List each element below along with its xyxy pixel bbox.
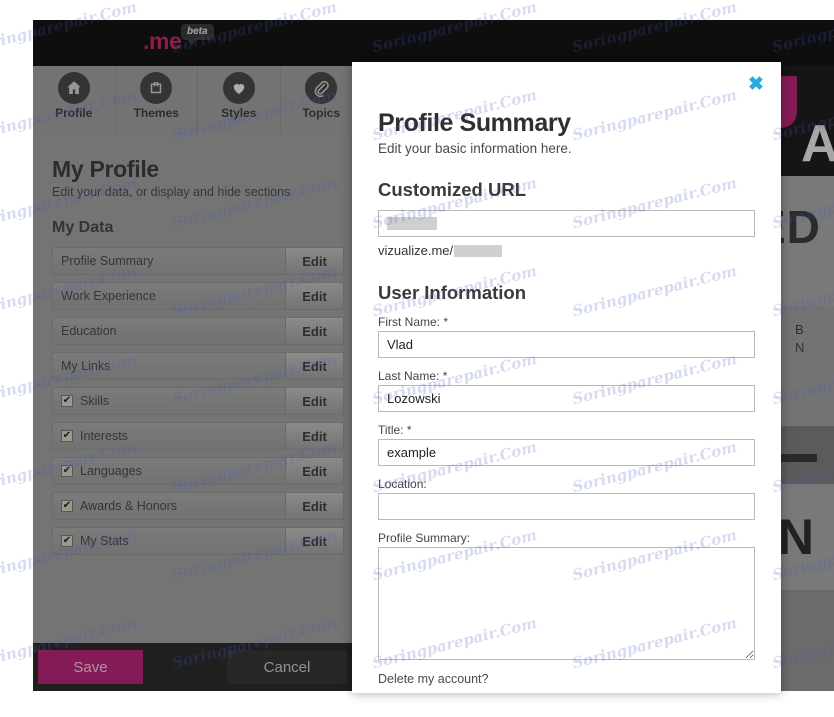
profile-summary-label: Profile Summary: xyxy=(378,531,471,545)
data-row: ✔ Skills Edit xyxy=(52,387,344,415)
checkbox-icon[interactable]: ✔ xyxy=(61,535,73,547)
data-row-left: Profile Summary xyxy=(53,248,285,274)
edit-button[interactable]: Edit xyxy=(285,493,343,519)
data-row: ✔ My Stats Edit xyxy=(52,527,344,555)
edit-button[interactable]: Edit xyxy=(285,283,343,309)
close-icon[interactable]: ✖ xyxy=(745,74,767,96)
last-name-label: Last Name: * xyxy=(378,369,448,383)
url-preview-prefix: vizualize.me/ xyxy=(378,243,454,258)
tab-styles-label: Styles xyxy=(221,106,257,120)
first-name-label: First Name: * xyxy=(378,315,449,329)
data-row: ✔ Awards & Honors Edit xyxy=(52,492,344,520)
data-row-list: Profile Summary Edit Work Experience Edit Ed… xyxy=(52,247,344,555)
customized-url-heading: Customized URL xyxy=(378,179,526,200)
page-subtitle: Edit your data, or display and hide sect… xyxy=(52,185,291,199)
data-row: Profile Summary Edit xyxy=(52,247,344,275)
data-row-left: Work Experience xyxy=(53,283,285,309)
data-row-label: Interests xyxy=(80,429,128,443)
checkbox-icon[interactable]: ✔ xyxy=(61,395,73,407)
data-row-left: Education xyxy=(53,318,285,344)
tab-profile-label: Profile xyxy=(55,106,93,120)
section-heading-my-data: My Data xyxy=(52,219,114,236)
data-row-left: ✔ Languages xyxy=(53,458,285,484)
modal-subtitle: Edit your basic information here. xyxy=(378,141,572,156)
panel-cancel-button[interactable]: Cancel xyxy=(227,650,347,684)
checkbox-icon[interactable]: ✔ xyxy=(61,500,73,512)
tab-styles[interactable]: Styles xyxy=(198,66,281,134)
data-row: Education Edit xyxy=(52,317,344,345)
home-icon xyxy=(57,72,90,104)
tab-themes[interactable]: Themes xyxy=(115,66,198,134)
checkbox-icon[interactable]: ✔ xyxy=(61,465,73,477)
edit-button[interactable]: Edit xyxy=(285,248,343,274)
app-logo[interactable]: vizualize.me xyxy=(52,28,182,55)
edit-button[interactable]: Edit xyxy=(285,423,343,449)
preview-meta-line-2: N xyxy=(795,340,805,355)
edit-button[interactable]: Edit xyxy=(285,388,343,414)
screenshot-root: vizualize.me beta A ED B N IN Profile Th… xyxy=(0,0,834,717)
user-information-heading: User Information xyxy=(378,282,527,303)
edit-button[interactable]: Edit xyxy=(285,353,343,379)
data-row: ✔ Languages Edit xyxy=(52,457,344,485)
data-row-label: Skills xyxy=(80,394,110,408)
heart-icon xyxy=(222,72,255,104)
redacted-block xyxy=(387,217,437,230)
logo-bar: vizualize.me beta xyxy=(33,20,834,66)
editor-body: My Profile Edit your data, or display an… xyxy=(33,134,363,643)
data-row-label: Education xyxy=(61,324,117,338)
editor-panel: Profile Themes Styles Topics My Profile … xyxy=(33,66,363,691)
logo-part-a: vizualize xyxy=(52,28,143,54)
modal-title: Profile Summary xyxy=(378,109,571,137)
location-field[interactable] xyxy=(378,493,755,520)
tab-profile[interactable]: Profile xyxy=(33,66,116,134)
delete-account-link[interactable]: Delete my account? xyxy=(378,672,755,686)
edit-button[interactable]: Edit xyxy=(285,458,343,484)
data-row-left: My Links xyxy=(53,353,285,379)
paperclip-icon xyxy=(305,72,338,104)
redacted-block xyxy=(454,244,503,257)
data-row: ✔ Interests Edit xyxy=(52,422,344,450)
customized-url-input[interactable] xyxy=(378,210,755,237)
briefcase-icon xyxy=(140,72,173,104)
edit-button[interactable]: Edit xyxy=(285,318,343,344)
panel-save-button[interactable]: Save xyxy=(38,650,143,684)
data-row-left: ✔ Awards & Honors xyxy=(53,493,285,519)
last-name-field[interactable] xyxy=(378,385,755,412)
title-field[interactable] xyxy=(378,439,755,466)
data-row-label: Profile Summary xyxy=(61,254,154,268)
data-row-left: ✔ Interests xyxy=(53,423,285,449)
data-row-label: Awards & Honors xyxy=(80,499,178,513)
location-label: Location: xyxy=(378,477,427,491)
data-row-label: Languages xyxy=(80,464,142,478)
first-name-field[interactable] xyxy=(378,331,755,358)
profile-summary-modal: ✖ Profile Summary Edit your basic inform… xyxy=(352,62,781,693)
tab-themes-label: Themes xyxy=(133,106,179,120)
url-preview: vizualize.me/ xyxy=(378,243,755,258)
checkbox-icon[interactable]: ✔ xyxy=(61,430,73,442)
preview-hero-letter: A xyxy=(801,115,834,173)
edit-button[interactable]: Edit xyxy=(285,528,343,554)
data-row-left: ✔ Skills xyxy=(53,388,285,414)
logo-part-b: me xyxy=(149,28,182,54)
tab-topics-label: Topics xyxy=(302,106,341,120)
data-row-label: Work Experience xyxy=(61,289,156,303)
preview-meta-line-1: B xyxy=(795,322,804,337)
title-label: Title: * xyxy=(378,423,412,437)
beta-badge: beta xyxy=(181,24,214,45)
data-row: Work Experience Edit xyxy=(52,282,344,310)
data-row-label: My Stats xyxy=(80,534,129,548)
modal-content: Profile Summary Edit your basic informat… xyxy=(352,62,781,693)
data-row: My Links Edit xyxy=(52,352,344,380)
editor-tabbar: Profile Themes Styles Topics xyxy=(33,66,363,134)
profile-summary-textarea[interactable] xyxy=(378,547,755,660)
editor-footer: Save Cancel xyxy=(33,643,363,691)
data-row-label: My Links xyxy=(61,359,111,373)
page-title: My Profile xyxy=(52,156,159,182)
data-row-left: ✔ My Stats xyxy=(53,528,285,554)
tab-topics[interactable]: Topics xyxy=(280,66,363,134)
